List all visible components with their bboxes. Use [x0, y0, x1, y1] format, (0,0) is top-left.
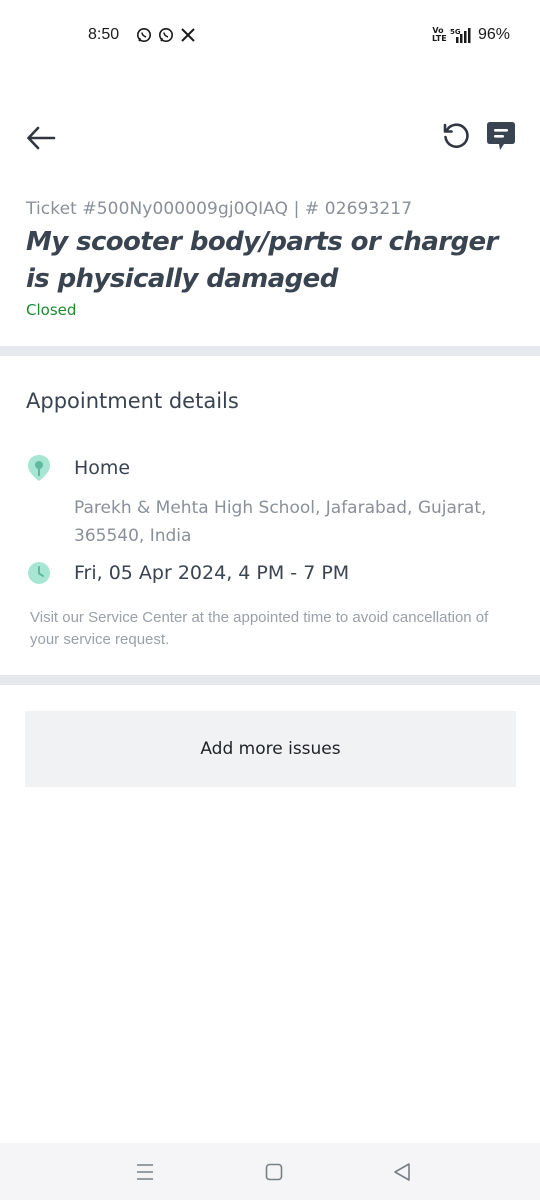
status-time: 8:50 — [88, 26, 120, 43]
add-more-issues-button[interactable]: Add more issues — [25, 711, 516, 787]
home-square-icon[interactable] — [265, 1163, 283, 1181]
chat-bubble-icon[interactable] — [486, 120, 516, 152]
x-icon — [181, 28, 195, 42]
appointment-datetime: Fri, 05 Apr 2024, 4 PM - 7 PM — [74, 562, 350, 584]
location-label: Home — [74, 457, 131, 479]
notification-icons — [136, 27, 196, 43]
volte-label: Vo LTE — [431, 26, 447, 43]
arrow-left-icon[interactable] — [26, 124, 56, 152]
svg-text:5G: 5G — [450, 28, 461, 36]
whatsapp-icon — [159, 28, 173, 42]
status-right: Vo LTE 5G 96% — [432, 26, 510, 44]
back-triangle-icon[interactable] — [393, 1162, 411, 1182]
battery-level: 96% — [477, 26, 510, 43]
ticket-title: My scooter body/parts or charger is phys… — [26, 227, 498, 294]
status-bar: 8:50 Vo LTE 5G 96% — [0, 0, 540, 72]
appointment-address: Parekh & Mehta High School, Jafarabad, G… — [74, 498, 487, 546]
ticket-id: Ticket #500Ny000009gj0QIAQ | # 02693217 — [26, 199, 413, 219]
location-pin-icon — [28, 455, 50, 481]
ticket-detail-screen: 8:50 Vo LTE 5G 96% Ticket #500Ny000009gj… — [0, 0, 540, 1200]
appointment-note: Visit our Service Center at the appointe… — [30, 609, 489, 648]
appointment-section-title: Appointment details — [26, 389, 239, 413]
status-badge: Closed — [26, 301, 77, 319]
whatsapp-icon — [137, 28, 151, 42]
clock-icon — [28, 562, 50, 584]
menu-icon[interactable] — [135, 1162, 155, 1182]
signal-5g-icon: 5G — [450, 28, 471, 43]
section-divider — [0, 346, 540, 356]
section-divider — [0, 675, 540, 685]
history-icon[interactable] — [441, 120, 471, 150]
